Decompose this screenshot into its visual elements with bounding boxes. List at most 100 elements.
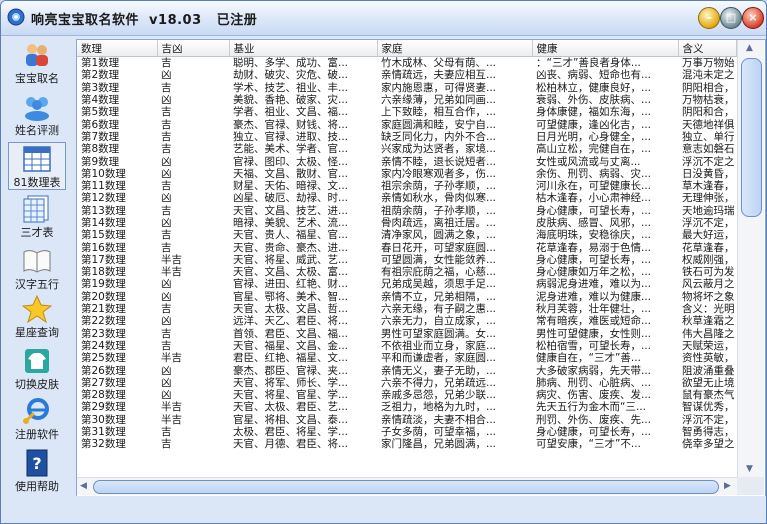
column-header[interactable]: 家庭 xyxy=(377,40,533,57)
table-row[interactable]: 第11数理 吉 财星、天佑、暗禄、文... 祖宗余荫，子孙孝顺，... 河川永在，可望健… xyxy=(77,180,736,192)
sidebar-item-switch-skin[interactable]: 切换皮肤 xyxy=(8,345,66,393)
table-row[interactable]: 第12数理 凶 凶星、破厄、劫禄、时... 亲情如秋水，骨肉似寒... 枯木逢春，小心肃… xyxy=(77,192,736,204)
column-header[interactable]: 健康 xyxy=(532,40,679,57)
table-cell: 远洋、天乙、君臣、将... xyxy=(233,315,349,328)
column-header[interactable]: 吉凶 xyxy=(157,40,230,57)
table-row[interactable]: 第18数理 半吉 天官、文昌、太极、富... 有祖宗庇荫之福，心慈... 身心健康如万年… xyxy=(77,266,736,278)
table-row[interactable]: 第22数理 凶 远洋、天乙、君臣、将... 六亲无力，自立成家，... 常有暗疾，难医或… xyxy=(77,315,736,327)
table-cell: 不依祖业而立身，家庭... xyxy=(381,339,497,352)
table-cell: 家门隆昌，兄弟圆满，... xyxy=(381,438,497,451)
sidebar-item-name-evaluation[interactable]: 姓名评测 xyxy=(8,91,66,139)
scroll-up-icon[interactable]: ▲ xyxy=(746,43,753,53)
table-row[interactable]: 第13数理 吉 天官、文昌、技艺、进... 祖荫余荫，子孙孝顺，... 身心健康，可望长… xyxy=(77,205,736,217)
status-bar xyxy=(1,496,766,523)
table-row[interactable]: 第32数理 吉 天官、月德、君臣、将... 家门隆昌，兄弟圆满，... 可望安康，“三才… xyxy=(77,438,736,450)
table-row[interactable]: 第16数理 吉 天官、贵命、豪杰、进... 春日花开，可望家庭圆... 花草逢春，易溺于… xyxy=(77,241,736,254)
table-row[interactable]: 第5数理 吉 学者、祖业、文昌、福... 上下致睦，相互合作，... 身体康健，福如东海… xyxy=(77,106,736,118)
table-row[interactable]: 第27数理 凶 天官、将军、师长、学... 六亲不得力，兄弟疏远... 肺病、刑罚、心脏… xyxy=(77,377,736,389)
sidebar-item-baby-naming[interactable]: 宝宝取名 xyxy=(8,39,66,87)
minimize-button[interactable]: – xyxy=(698,7,720,29)
table-cell: 浮沉不定， xyxy=(682,413,735,426)
table-row[interactable]: 第29数理 半吉 天官、太极、君臣、艺... 乏祖力，地格为九时，... 先天五行为金木… xyxy=(77,401,736,413)
sidebar-item-register[interactable]: 注册软件 xyxy=(8,395,66,443)
table-cell: 第27数理 xyxy=(81,376,126,389)
vertical-scrollbar[interactable]: ▲ ▼ xyxy=(737,40,764,477)
table-cell: 智勇得志， xyxy=(682,426,735,439)
table-cell: 第14数理 xyxy=(81,217,126,229)
table-cell: 竹木成林、父母有荫、... xyxy=(381,57,497,70)
table-row[interactable]: 第25数理 半吉 君臣、红艳、福星、文... 平和而谦虚者，家庭圆... 健康自在，“三… xyxy=(77,352,736,364)
table-row[interactable]: 第20数理 凶 官星、鄂将、美术、智... 亲情不立，兄弟相隔，... 泥身进难，难以为… xyxy=(77,291,736,303)
table-cell: 女性或风流或与丈离... xyxy=(536,155,641,168)
table-row[interactable]: 第31数理 吉 太极、君臣、将星、学... 子女多荫，可望幸福，... 身心健康，可望长… xyxy=(77,426,736,438)
table-cell: 阴阳相合， xyxy=(682,81,735,94)
sidebar-item-sancai-table[interactable]: 三才表 xyxy=(8,193,66,241)
table-row[interactable]: 第28数理 凶 天官、将星、官星、学... 亲戚多忌怨，兄弟少联... 病灾、伤害、废疾… xyxy=(77,389,736,401)
ie-key-icon xyxy=(23,398,49,424)
sidebar-item-label: 姓名评测 xyxy=(15,124,59,137)
horizontal-scroll-thumb[interactable] xyxy=(93,480,719,494)
star-icon xyxy=(22,295,52,323)
table-cell: 风云蔽月之 xyxy=(682,278,735,291)
table-cell: 凶星、破厄、劫禄、时... xyxy=(233,192,349,205)
table-row[interactable]: 第17数理 半吉 天官、将星、威武、艺... 可望圆满，女性能敛养... 身心健康，可望… xyxy=(77,254,736,266)
table-row[interactable]: 第8数理 吉 艺能、美术、学者、官... 兴家成为达贤者，家境... 高山立松，完健自在… xyxy=(77,143,736,155)
table-cell: 独立、官禄、进取、技... xyxy=(233,130,349,143)
table-cell: 半吉 xyxy=(161,352,182,365)
sidebar-item-81-table[interactable]: 81数理表 xyxy=(8,142,66,190)
table-row[interactable]: 第3数理 吉 学术、技艺、祖业、丰... 家内施恩惠，可得贤妻... 松柏林立，健康良好… xyxy=(77,82,736,94)
table-row[interactable]: 第26数理 凶 豪杰、郡臣、官禄、夹... 亲情无义，妻子无助，... 大多破家病弱，先… xyxy=(77,364,736,377)
vertical-scroll-thumb[interactable] xyxy=(741,58,762,217)
table-cell: 第1数理 xyxy=(81,57,120,70)
horizontal-scrollbar[interactable]: ◀ ▶ xyxy=(77,477,737,495)
table-cell: 凶 xyxy=(161,278,172,291)
title-bar[interactable]: 响亮宝宝取名软件 v18.03 已注册 – □ × xyxy=(1,1,766,36)
table-cell: 吉 xyxy=(161,57,172,70)
table-cell: 天官、贵命、豪杰、进... xyxy=(233,241,349,254)
table-cell: 鼠有豪杰气 xyxy=(682,389,735,402)
table-cell: 可望健康，逢凶化吉，... xyxy=(536,118,652,131)
table-cell: 祖荫余荫，子孙孝顺，... xyxy=(381,204,497,217)
table-row[interactable]: 第21数理 吉 天官、太极、文昌、哲... 六亲无缘，有子嗣之惠... 秋月芙蓉，壮年健… xyxy=(77,303,736,315)
table-row[interactable]: 第23数理 吉 首领、君臣、文昌、福... 男性可望家庭圆满。女... 男性可望健康，女… xyxy=(77,328,736,340)
table-row[interactable]: 第2数理 凶 劫财、破灾、灾危、破... 亲情疏远，夫妻应相互... 凶丧、病弱、短命也… xyxy=(77,69,736,81)
table-cell: 平和而谦虚者，家庭圆... xyxy=(381,352,497,365)
column-header[interactable]: 基业 xyxy=(229,40,378,57)
scroll-right-icon[interactable]: ▶ xyxy=(724,481,731,491)
table-row[interactable]: 第30数理 半吉 官星、将相、文昌、泰... 亲情疏淡，夫妻不相合... 刑罚、外伤、废… xyxy=(77,414,736,426)
table-cell: 第9数理 xyxy=(81,155,120,168)
scroll-down-icon[interactable]: ▼ xyxy=(746,464,753,474)
close-button[interactable]: × xyxy=(742,7,764,29)
table-cell: 第23数理 xyxy=(81,327,126,340)
scroll-left-icon[interactable]: ◀ xyxy=(80,481,87,491)
maximize-button[interactable]: □ xyxy=(720,7,742,29)
table-row[interactable]: 第9数理 凶 官禄、图印、太极、怪... 亲情不睦，退长说短者... 女性或风流或与丈离… xyxy=(77,155,736,168)
table-row[interactable]: 第4数理 凶 美貌、香艳、破家、灾... 六亲缘薄，兄弟如同画... 衰弱、外伤、皮肤病… xyxy=(77,94,736,106)
people-icon xyxy=(26,44,48,66)
table-cell: 松柏林立，健康良好，... xyxy=(536,81,652,94)
table-cell: 凶 xyxy=(161,69,172,82)
table-cell: 吉 xyxy=(161,118,172,131)
table-row[interactable]: 第1数理 吉 聪明、多学、成功、富... 竹木成林、父母有荫、... ：“三才”善良者身… xyxy=(77,57,736,70)
table-cell: 第25数理 xyxy=(81,352,126,365)
sidebar-item-help[interactable]: ? 使用帮助 xyxy=(8,447,66,495)
sidebar-item-constellation[interactable]: 星座查询 xyxy=(8,293,66,341)
table-cell: 美貌、香艳、破家、灾... xyxy=(233,94,349,107)
table-cell: 第3数理 xyxy=(81,81,120,94)
table-row[interactable]: 第19数理 凶 官禄、进田、红艳、财... 兄弟成吴越，须思手足... 病弱泥身进难，难… xyxy=(77,278,736,290)
table-row[interactable]: 第24数理 吉 天官、福星、文昌、金... 不依祖业而立身，家庭... 松柏宿雪，可望长… xyxy=(77,340,736,352)
table-row[interactable]: 第6数理 吉 豪杰、官禄、财钱、将... 家庭圆满和睦，安宁自... 可望健康，逢凶化吉… xyxy=(77,118,736,131)
app-logo-icon xyxy=(7,8,25,26)
table-cell: 第10数理 xyxy=(81,167,126,180)
table-cell: 身体康健，福如东海，... xyxy=(536,106,652,119)
table-cell: 吉 xyxy=(161,204,172,217)
column-header[interactable]: 数理 xyxy=(77,40,158,57)
table-row[interactable]: 第15数理 吉 天官、贵人、福星、官... 清净家风，圆满之象，... 海底明珠，安稳徐… xyxy=(77,229,736,241)
table-cell: 意志如磐石 xyxy=(682,143,735,156)
sidebar-item-hanzi-wuxing[interactable]: 汉字五行 xyxy=(8,245,66,293)
table-row[interactable]: 第10数理 凶 天福、文昌、散财、官... 家内冷眼寒观者多，伤... 余伤、刑罚、病弱… xyxy=(77,168,736,180)
column-header[interactable]: 含义 xyxy=(678,40,737,57)
table-row[interactable]: 第14数理 凶 暗禄、美貌、艺术、流... 骨肉疏远，离祖迁居。... 皮肤病、感冒、风… xyxy=(77,217,736,229)
table-row[interactable]: 第7数理 吉 独立、官禄、进取、技... 缺乏同化力，内外不合... 日月光明，心身健全… xyxy=(77,131,736,143)
shirt-icon xyxy=(25,349,49,373)
